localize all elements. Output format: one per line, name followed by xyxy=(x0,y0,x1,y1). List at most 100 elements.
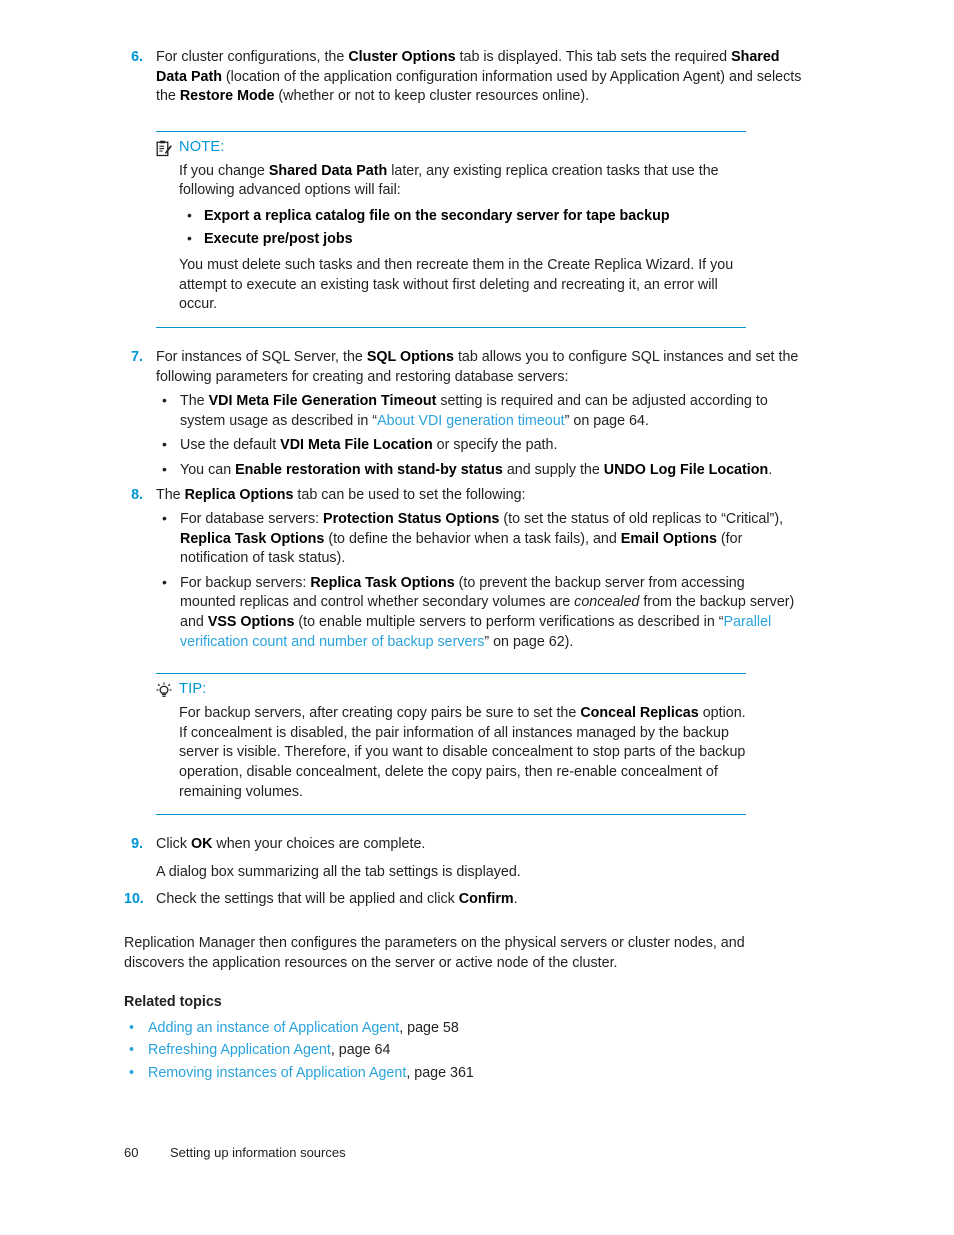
s8b0-b3: Email Options xyxy=(620,530,717,547)
step-6-bold-1: Cluster Options xyxy=(348,49,456,65)
link-about-vdi-generation-timeout[interactable]: About VDI generation timeout xyxy=(377,413,565,429)
step-8-text-2: tab can be used to set the following: xyxy=(293,486,526,503)
note-paragraph-1: If you change Shared Data Path later, an… xyxy=(179,162,746,201)
related-topic-item: Refreshing Application Agent, page 64 xyxy=(124,1039,804,1062)
step-9-text-1: Click xyxy=(156,836,191,853)
related-topic-0-page: , page 58 xyxy=(399,1019,459,1036)
step-7-bullet-item: Use the default VDI Meta File Location o… xyxy=(156,435,804,456)
step-6-text-4: (whether or not to keep cluster resource… xyxy=(274,88,590,105)
step-6-body: For cluster configurations, the Cluster … xyxy=(156,48,804,107)
s7b1-b1: VDI Meta File Location xyxy=(280,437,433,454)
step-8: 8. The Replica Options tab can be used t… xyxy=(124,486,804,653)
step-10-bold-1: Confirm xyxy=(458,891,514,908)
tip-header: TIP: xyxy=(156,681,746,699)
tip-admonition: TIP: For backup servers, after creating … xyxy=(156,673,746,816)
step-9-result-paragraph: A dialog box summarizing all the tab set… xyxy=(156,863,521,880)
link-refreshing-application-agent[interactable]: Refreshing Application Agent xyxy=(148,1042,331,1058)
note-bullet-1-label: Execute pre/post jobs xyxy=(204,230,353,247)
step-8-bullet-list: For database servers: Protection Status … xyxy=(156,509,804,652)
s7b2-b1: Enable restoration with stand-by status xyxy=(235,461,503,478)
step-9: 9. Click OK when your choices are comple… xyxy=(124,835,804,855)
s7b2-t2: and supply the xyxy=(502,461,604,478)
s8b0-t2: (to set the status of old replicas to “C… xyxy=(499,511,784,528)
step-9-bold-1: OK xyxy=(190,836,213,853)
related-topics-list: Adding an instance of Application Agent,… xyxy=(124,1017,804,1085)
page-content: 6. For cluster configurations, the Clust… xyxy=(124,48,804,1085)
step-7: 7. For instances of SQL Server, the SQL … xyxy=(124,348,804,481)
related-topic-2-page: , page 361 xyxy=(406,1064,474,1081)
s8b1-t1: For backup servers: xyxy=(180,574,311,591)
s8b0-b2: Replica Task Options xyxy=(180,530,325,547)
step-9-text-2: when your choices are complete. xyxy=(212,836,426,853)
tip-paragraph: For backup servers, after creating copy … xyxy=(179,704,746,802)
step-7-body: For instances of SQL Server, the SQL Opt… xyxy=(156,348,804,481)
s8b1-b2: VSS Options xyxy=(207,614,295,631)
step-7-bullet-item: You can Enable restoration with stand-by… xyxy=(156,460,804,481)
s8b0-b1: Protection Status Options xyxy=(323,511,500,528)
step-7-number: 7. xyxy=(131,348,143,365)
note-bullet-0-label: Export a replica catalog file on the sec… xyxy=(204,207,670,224)
step-9-body: Click OK when your choices are complete. xyxy=(156,835,804,855)
step-10: 10. Check the settings that will be appl… xyxy=(124,890,804,910)
s7b2-b2: UNDO Log File Location xyxy=(603,461,769,478)
lightbulb-icon xyxy=(156,682,172,699)
note-admonition: NOTE: If you change Shared Data Path lat… xyxy=(156,130,746,328)
step-10-text-1: Check the settings that will be applied … xyxy=(156,891,459,908)
step-8-body: The Replica Options tab can be used to s… xyxy=(156,486,804,653)
step-10-text-2: . xyxy=(513,891,518,908)
step-8-text-1: The xyxy=(156,486,185,503)
s8b0-t3: (to define the behavior when a task fail… xyxy=(324,530,621,547)
step-9-number: 9. xyxy=(131,836,143,853)
related-topic-item: Removing instances of Application Agent,… xyxy=(124,1062,804,1085)
s7b0-t1: The xyxy=(180,393,209,410)
footer-page-number: 60 xyxy=(124,1145,139,1160)
tip-body: For backup servers, after creating copy … xyxy=(179,704,746,802)
note-body: If you change Shared Data Path later, an… xyxy=(179,162,746,315)
step-7-text-1: For instances of SQL Server, the xyxy=(156,348,367,365)
step-7-bold-1: SQL Options xyxy=(366,348,454,365)
note-p1-text-1: If you change xyxy=(179,162,269,179)
related-topic-1-page: , page 64 xyxy=(330,1042,391,1059)
s7b0-b1: VDI Meta File Generation Timeout xyxy=(208,393,437,410)
step-6-number: 6. xyxy=(131,49,143,65)
tip-title: TIP: xyxy=(179,681,207,698)
note-bullet-item: Export a replica catalog file on the sec… xyxy=(179,206,746,227)
note-header: NOTE: xyxy=(156,139,746,157)
note-title: NOTE: xyxy=(179,138,225,155)
note-clipboard-icon xyxy=(156,140,172,157)
note-p1-bold-1: Shared Data Path xyxy=(268,162,388,179)
note-bullet-item: Execute pre/post jobs xyxy=(179,229,746,250)
related-topics-heading: Related topics xyxy=(124,994,222,1011)
step-8-number: 8. xyxy=(131,486,143,503)
s7b1-t2: or specify the path. xyxy=(432,437,558,454)
link-adding-an-instance-of-application-agent[interactable]: Adding an instance of Application Agent xyxy=(148,1020,399,1036)
step-6: 6. For cluster configurations, the Clust… xyxy=(124,48,804,107)
step-8-bullet-item: For backup servers: Replica Task Options… xyxy=(156,573,804,652)
step-7-bullet-list: The VDI Meta File Generation Timeout set… xyxy=(156,391,804,481)
s7b2-t1: You can xyxy=(180,461,236,478)
page-footer: 60 Setting up information sources xyxy=(124,1144,824,1162)
s7b2-t3: . xyxy=(768,461,773,478)
step-6-text-1: For cluster configurations, the xyxy=(156,49,349,65)
step-8-bold-1: Replica Options xyxy=(184,486,294,503)
step-10-number: 10. xyxy=(124,891,144,908)
step-8-bullet-item: For database servers: Protection Status … xyxy=(156,509,804,569)
step-7-bullet-item: The VDI Meta File Generation Timeout set… xyxy=(156,391,804,431)
closing-paragraph: Replication Manager then configures the … xyxy=(124,935,745,971)
tip-text-1: For backup servers, after creating copy … xyxy=(179,705,581,722)
step-6-text-2: tab is displayed. This tab sets the requ… xyxy=(455,49,732,65)
s8b0-t1: For database servers: xyxy=(180,511,324,528)
link-removing-instances-of-application-agent[interactable]: Removing instances of Application Agent xyxy=(148,1065,406,1081)
s8b1-i1: concealed xyxy=(574,594,640,611)
s8b1-t5: ” on page 62). xyxy=(484,633,574,650)
footer-chapter-title: Setting up information sources xyxy=(170,1145,346,1160)
s7b1-t1: Use the default xyxy=(180,437,281,454)
document-page: 6. For cluster configurations, the Clust… xyxy=(0,0,954,1235)
s8b1-b1: Replica Task Options xyxy=(310,574,455,591)
note-paragraph-2: You must delete such tasks and then recr… xyxy=(179,257,734,313)
s8b1-t4: (to enable multiple servers to perform v… xyxy=(294,614,724,631)
tip-bold-1: Conceal Replicas xyxy=(580,705,699,722)
step-10-body: Check the settings that will be applied … xyxy=(156,890,804,910)
step-6-bold-3: Restore Mode xyxy=(179,88,275,105)
note-bullet-list: Export a replica catalog file on the sec… xyxy=(179,206,746,250)
